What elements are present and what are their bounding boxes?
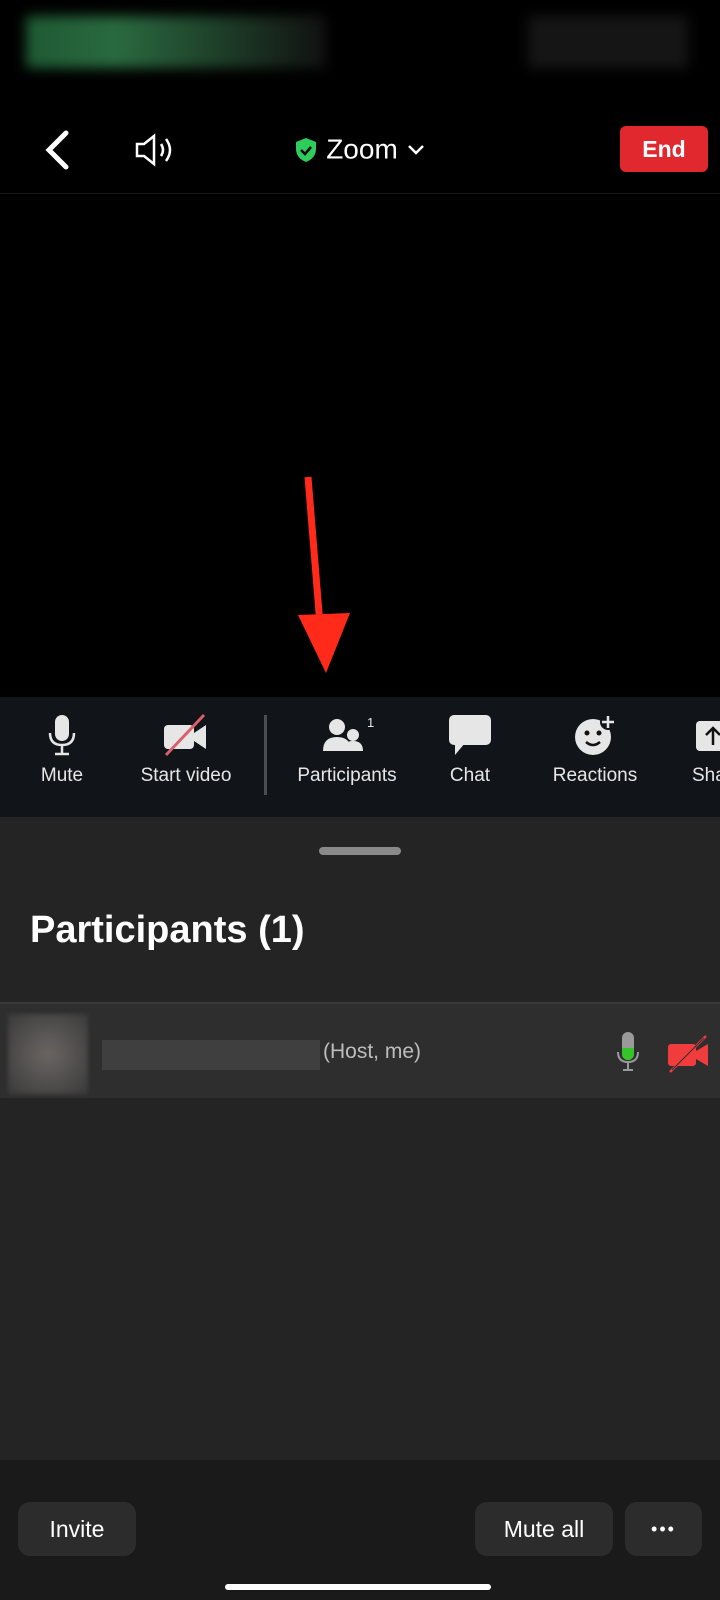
panel-footer: Invite Mute all ••• — [0, 1460, 720, 1600]
mute-label: Mute — [40, 765, 84, 786]
start-video-label: Start video — [140, 765, 232, 786]
avatar — [8, 1014, 88, 1094]
participants-button[interactable]: 1 Participants — [292, 713, 402, 787]
chat-icon — [449, 715, 491, 755]
participant-row[interactable]: (Host, me) — [0, 1002, 720, 1098]
chat-button[interactable]: Chat — [440, 713, 500, 787]
start-video-button[interactable]: Start video — [134, 713, 238, 787]
reactions-icon — [575, 714, 616, 755]
video-off-icon — [668, 1035, 708, 1073]
drag-handle[interactable] — [319, 847, 401, 855]
meeting-toolbar: Mute Start video 1 Participants Chat Rea… — [0, 697, 720, 817]
participants-icon: 1 — [323, 715, 374, 751]
share-label: Sha — [692, 765, 720, 786]
meeting-title: Zoom — [326, 133, 398, 165]
red-arrow-annotation — [298, 476, 350, 673]
mute-all-button[interactable]: Mute all — [475, 1502, 613, 1556]
reactions-label: Reactions — [552, 765, 638, 786]
shield-check-icon — [296, 137, 317, 162]
share-icon — [696, 721, 720, 751]
microphone-active-icon — [617, 1032, 639, 1071]
toolbar-divider — [264, 715, 267, 795]
top-bar: Zoom End — [0, 110, 720, 194]
reactions-button[interactable]: Reactions — [548, 713, 642, 787]
status-bar — [26, 16, 688, 68]
video-off-icon — [164, 713, 206, 757]
meeting-title-dropdown[interactable]: Zoom — [0, 132, 720, 166]
participant-role: (Host, me) — [323, 1040, 422, 1063]
participants-label: Participants — [297, 765, 397, 786]
participants-count-badge: 1 — [367, 715, 374, 730]
chevron-down-icon — [407, 144, 424, 155]
chat-label: Chat — [449, 765, 491, 786]
share-button[interactable]: Sha — [692, 713, 720, 787]
participants-panel: Participants (1) (Host, me) — [0, 817, 720, 1460]
mute-button[interactable]: Mute — [30, 713, 94, 787]
end-button[interactable]: End — [620, 126, 708, 172]
panel-title: Participants (1) — [30, 909, 305, 951]
microphone-icon — [48, 715, 76, 756]
home-indicator[interactable] — [225, 1584, 491, 1590]
participant-name-redacted — [102, 1040, 320, 1070]
invite-button[interactable]: Invite — [18, 1502, 136, 1556]
more-options-button[interactable]: ••• — [625, 1502, 702, 1556]
